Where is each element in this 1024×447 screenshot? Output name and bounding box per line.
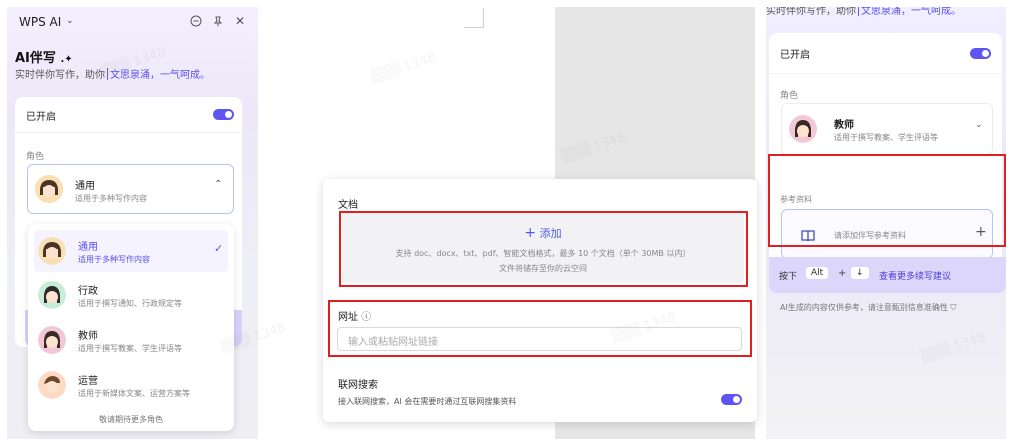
selected-role-name: 教师 xyxy=(834,120,854,131)
page-corner-mark xyxy=(464,8,484,28)
role-name: 教师 xyxy=(78,331,98,342)
reference-dialog: 文档 + 添加 支持 doc、docx、txt、pdf、智能文档格式，最多 10… xyxy=(323,179,757,422)
doc-label: 文档 xyxy=(338,200,358,211)
role-desc: 适用于撰写教案、学生评语等 xyxy=(78,344,182,353)
divider xyxy=(769,73,1002,74)
role-avatar xyxy=(38,237,66,265)
role-desc: 适用于撰写通知、行政规定等 xyxy=(78,299,182,308)
role-avatar xyxy=(38,371,66,399)
shield-icon: ⛉ xyxy=(950,303,957,312)
watermark: ▒▒▒ 1348 xyxy=(369,50,438,85)
role-option-teacher[interactable]: 教师 适用于撰写教案、学生评语等 xyxy=(34,319,228,361)
enabled-label: 已开启 xyxy=(26,112,56,123)
pin-icon[interactable] xyxy=(210,13,226,29)
highlight-box xyxy=(768,154,1006,247)
panel-heading: AI伴写 .✦ xyxy=(15,51,73,66)
role-label: 角色 xyxy=(780,91,799,101)
enabled-label: 已开启 xyxy=(780,50,810,61)
role-option-operations[interactable]: 运营 适用于新媒体文案、运营方案等 xyxy=(34,364,228,406)
divider xyxy=(15,132,242,133)
panel-subtitle: 实时伴你写作，助你 文思泉涌，一气呵成。 xyxy=(766,7,961,17)
role-desc: 适用于新媒体文案、运营方案等 xyxy=(78,389,190,398)
role-name: 行政 xyxy=(78,286,98,297)
close-icon[interactable]: ✕ xyxy=(232,13,248,29)
chevron-down-icon: ⌄ xyxy=(975,120,983,130)
ai-companion-panel-left: WPS AI ⌄ ✕ AI伴写 .✦ 实时伴你写作，助你 文思泉涌，一气呵成。 已… xyxy=(7,7,258,439)
panel-subtitle: 实时伴你写作，助你 文思泉涌，一气呵成。 xyxy=(15,68,210,81)
hint-bar: 按下 Alt + ↓ 查看更多续写建议 xyxy=(769,257,1006,293)
ai-companion-panel-right: 实时伴你写作，助你 文思泉涌，一气呵成。 已开启 角色 教师 适用于撰写教案、学生… xyxy=(766,7,1006,439)
role-dropdown: 通用 适用于多种写作内容 ✓ 行政 适用于撰写通知、行政规定等 教师 适用于撰写… xyxy=(28,224,234,431)
enable-toggle[interactable] xyxy=(970,48,991,59)
role-name: 通用 xyxy=(78,242,98,253)
selected-role-desc: 适用于撰写教案、学生评语等 xyxy=(834,133,938,142)
role-avatar xyxy=(789,115,817,143)
more-suggestions-link[interactable]: 查看更多续写建议 xyxy=(879,269,951,282)
role-selector[interactable]: 通用 适用于多种写作内容 ⌃ xyxy=(27,164,234,214)
role-avatar xyxy=(38,326,66,354)
role-desc: 适用于多种写作内容 xyxy=(78,255,150,264)
web-search-toggle[interactable] xyxy=(721,394,742,405)
role-option-admin[interactable]: 行政 适用于撰写通知、行政规定等 xyxy=(34,274,228,316)
highlight-box xyxy=(328,300,752,357)
highlight-box xyxy=(339,211,748,287)
arrow-down-key: ↓ xyxy=(851,267,869,279)
role-selector[interactable]: 教师 适用于撰写教案、学生评语等 ⌄ xyxy=(781,103,993,155)
chevron-up-icon: ⌃ xyxy=(214,179,223,190)
disclaimer: AI生成的内容仅供参考，请注意甄别信息准确性 ⛉ xyxy=(780,303,957,312)
more-roles-text: 敬请期待更多角色 xyxy=(99,415,163,424)
role-label: 角色 xyxy=(26,152,45,162)
role-avatar xyxy=(38,281,66,309)
selected-role-name: 通用 xyxy=(75,181,95,192)
role-option-general[interactable]: 通用 适用于多种写作内容 ✓ xyxy=(34,230,228,272)
alt-key: Alt xyxy=(806,267,829,279)
check-icon: ✓ xyxy=(214,242,224,255)
chevron-down-icon[interactable]: ⌄ xyxy=(66,16,74,26)
enable-toggle[interactable] xyxy=(213,109,234,120)
web-search-label: 联网搜索 xyxy=(338,380,378,391)
selected-role-desc: 适用于多种写作内容 xyxy=(75,194,147,203)
role-name: 运营 xyxy=(78,376,98,387)
web-search-desc: 接入联网搜索，AI 会在需要时通过互联网搜集资料 xyxy=(338,397,517,406)
role-avatar xyxy=(35,175,63,203)
wps-ai-title[interactable]: WPS AI xyxy=(19,15,61,29)
minimize-icon[interactable] xyxy=(188,13,204,29)
